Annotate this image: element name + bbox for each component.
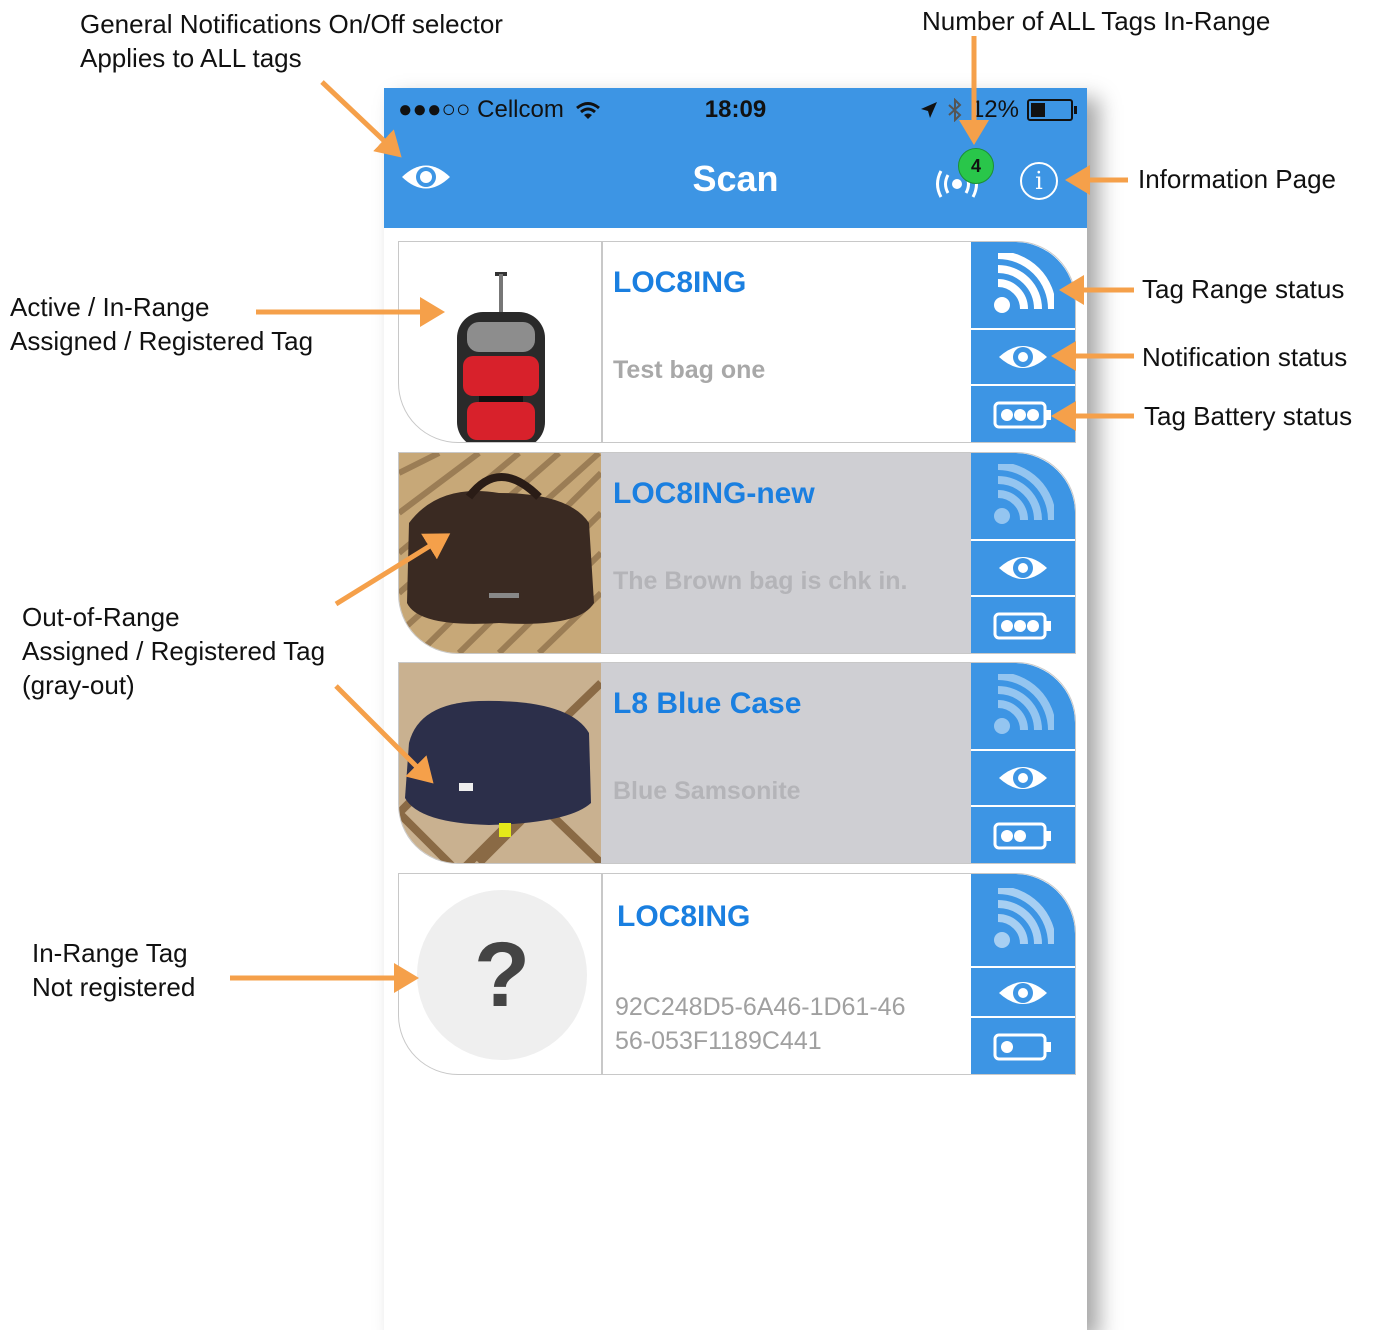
tag-name: LOC8ING bbox=[613, 266, 747, 299]
bluetooth-icon bbox=[948, 98, 962, 122]
tag-battery-status bbox=[971, 1016, 1075, 1074]
signal-weak-icon bbox=[994, 888, 1054, 948]
tag-range-status[interactable] bbox=[971, 663, 1075, 747]
battery-medium-icon bbox=[993, 822, 1051, 850]
eye-icon bbox=[999, 346, 1047, 368]
signal-out-of-range-icon bbox=[994, 464, 1054, 524]
tag-card-active[interactable]: LOC8ING Test bag one bbox=[398, 241, 1076, 443]
tag-name: LOC8ING-new bbox=[613, 477, 815, 510]
tag-card-unregistered[interactable]: ? LOC8ING 92C248D5-6A46-1D61-46 56-053F1… bbox=[398, 873, 1076, 1075]
annotation-tag-range-status: Tag Range status bbox=[1142, 274, 1345, 304]
tag-card-out-of-range[interactable]: LOC8ING-new The Brown bag is chk in. bbox=[398, 452, 1076, 654]
tag-notification-status[interactable] bbox=[971, 966, 1075, 1018]
annotation-line: In-Range Tag bbox=[32, 938, 188, 968]
tag-thumbnail bbox=[399, 453, 603, 653]
annotation-information-page: Information Page bbox=[1138, 164, 1337, 194]
tag-content: LOC8ING-new The Brown bag is chk in. bbox=[601, 453, 971, 653]
annotation-tag-battery-status: Tag Battery status bbox=[1144, 401, 1353, 431]
tag-card-out-of-range[interactable]: L8 Blue Case Blue Samsonite bbox=[398, 662, 1076, 864]
tag-range-status[interactable] bbox=[971, 874, 1075, 964]
question-mark-icon: ? bbox=[417, 890, 587, 1060]
tag-description: Test bag one bbox=[613, 356, 766, 384]
tag-uuid-line: 56-053F1189C441 bbox=[615, 1027, 822, 1055]
annotation-line: Not registered bbox=[32, 972, 196, 1002]
annotation-line: Active / In-Range bbox=[10, 292, 210, 322]
tag-thumbnail bbox=[399, 242, 603, 442]
tag-status-panel bbox=[971, 663, 1075, 863]
annotation-line: Assigned / Registered Tag bbox=[22, 636, 326, 666]
tag-notification-status[interactable] bbox=[971, 749, 1075, 805]
annotation-not-registered: In-Range Tag Not registered bbox=[32, 936, 195, 1004]
battery-full-icon bbox=[993, 401, 1051, 429]
annotation-line: Applies to ALL tags bbox=[80, 43, 302, 73]
eye-icon bbox=[999, 767, 1047, 789]
tag-range-status[interactable] bbox=[971, 453, 1075, 537]
annotation-tags-in-range: Number of ALL Tags In-Range bbox=[922, 6, 1271, 36]
annotation-out-of-range: Out-of-Range Assigned / Registered Tag (… bbox=[22, 600, 325, 702]
tag-status-panel bbox=[971, 453, 1075, 653]
eye-icon bbox=[999, 557, 1047, 579]
tag-description: Blue Samsonite bbox=[613, 777, 801, 805]
tag-thumbnail: ? bbox=[399, 874, 603, 1074]
location-arrow-icon bbox=[920, 102, 937, 118]
tag-content: LOC8ING 92C248D5-6A46-1D61-46 56-053F118… bbox=[601, 874, 971, 1074]
signal-out-of-range-icon bbox=[994, 674, 1054, 734]
tag-battery-status bbox=[971, 384, 1075, 442]
tag-status-panel bbox=[971, 242, 1075, 442]
tag-uuid: 92C248D5-6A46-1D61-46 56-053F1189C441 bbox=[615, 990, 905, 1058]
annotation-notification-status: Notification status bbox=[1142, 342, 1348, 372]
tag-name: L8 Blue Case bbox=[613, 687, 802, 720]
tag-status-panel bbox=[971, 874, 1075, 1074]
signal-strong-icon bbox=[994, 253, 1054, 313]
battery-icon bbox=[1027, 99, 1077, 121]
tag-notification-status[interactable] bbox=[971, 539, 1075, 595]
blue-case-image bbox=[399, 680, 601, 863]
annotation-line: (gray-out) bbox=[22, 670, 135, 700]
tag-thumbnail bbox=[399, 663, 603, 863]
battery-full-icon bbox=[993, 612, 1051, 640]
tag-range-status[interactable] bbox=[971, 242, 1075, 326]
phone-screen: ●●●○○ Cellcom 18:09 12% Scan 4 i LOC8ING… bbox=[384, 88, 1087, 1330]
annotation-general-notifications: General Notifications On/Off selector Ap… bbox=[80, 7, 503, 75]
tag-content: LOC8ING Test bag one bbox=[601, 242, 971, 442]
tag-name: LOC8ING bbox=[617, 900, 751, 933]
tag-notification-status[interactable] bbox=[971, 328, 1075, 384]
tag-content: L8 Blue Case Blue Samsonite bbox=[601, 663, 971, 863]
tag-uuid-line: 92C248D5-6A46-1D61-46 bbox=[615, 993, 906, 1021]
annotation-active-tag: Active / In-Range Assigned / Registered … bbox=[10, 290, 313, 358]
battery-percent: 12% bbox=[970, 96, 1019, 123]
info-button[interactable]: i bbox=[1020, 162, 1058, 200]
tag-battery-status bbox=[971, 595, 1075, 653]
annotation-line: General Notifications On/Off selector bbox=[80, 9, 503, 39]
battery-low-icon bbox=[993, 1033, 1051, 1061]
navigation-bar: ●●●○○ Cellcom 18:09 12% Scan 4 i bbox=[384, 88, 1087, 228]
tag-battery-status bbox=[971, 805, 1075, 863]
brown-bag-image bbox=[399, 453, 601, 653]
status-right: 12% bbox=[919, 96, 1077, 124]
rolling-backpack-image bbox=[457, 272, 545, 442]
annotation-line: Assigned / Registered Tag bbox=[10, 326, 314, 356]
in-range-count-badge: 4 bbox=[958, 148, 994, 184]
tag-description: The Brown bag is chk in. bbox=[613, 567, 908, 595]
annotation-line: Out-of-Range bbox=[22, 602, 180, 632]
eye-icon bbox=[999, 982, 1047, 1004]
